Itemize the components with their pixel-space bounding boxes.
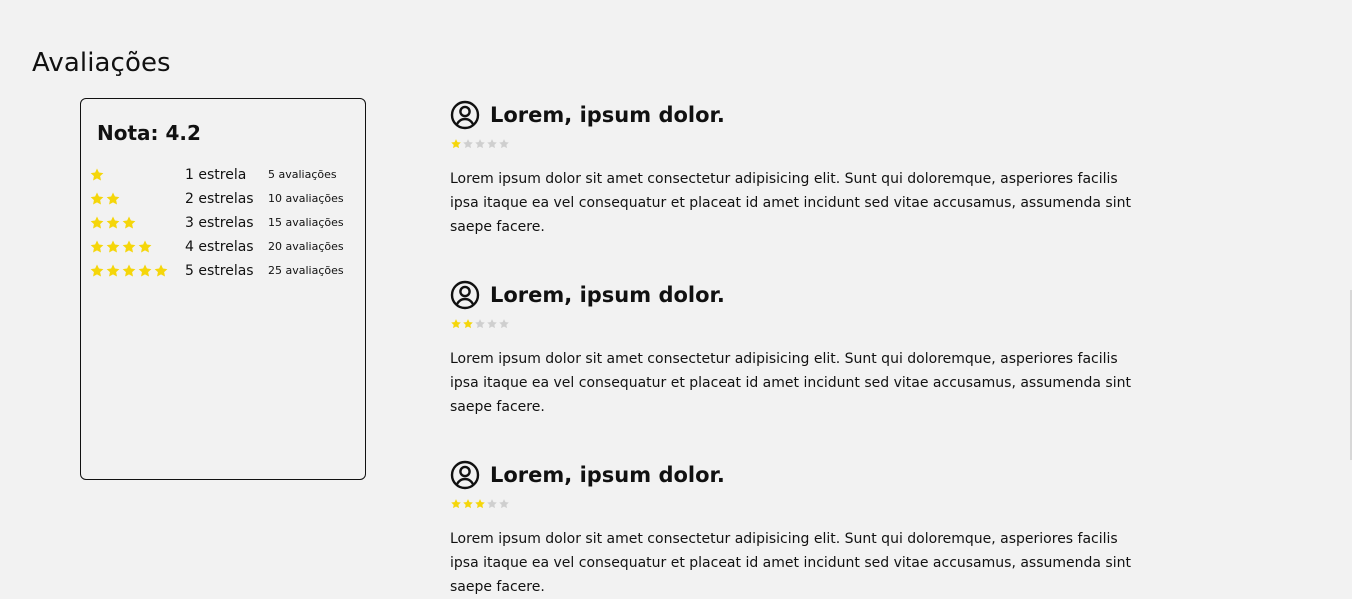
rating-count: 25 avaliações	[268, 264, 344, 277]
user-circle-icon	[450, 460, 480, 490]
star-filled-icon	[475, 499, 485, 509]
page-title: Avaliações	[32, 48, 171, 78]
star-filled-icon	[90, 240, 104, 253]
star-empty-icon	[475, 319, 485, 329]
rating-distribution-row-4: 4 estrelas 20 avaliações	[89, 237, 359, 257]
star-empty-icon	[475, 139, 485, 149]
star-filled-icon	[122, 240, 136, 253]
star-filled-icon	[90, 216, 104, 229]
rating-level-label: 3 estrelas	[185, 215, 254, 231]
rating-distribution-row-2: 2 estrelas 10 avaliações	[89, 189, 359, 209]
rating-count: 5 avaliações	[268, 168, 337, 181]
star-rating	[89, 213, 137, 233]
review-star-rating	[450, 498, 510, 510]
star-rating	[89, 165, 105, 185]
star-empty-icon	[487, 139, 497, 149]
star-filled-icon	[463, 319, 473, 329]
rating-distribution-row-5: 5 estrelas 25 avaliações	[89, 261, 359, 281]
star-filled-icon	[90, 264, 104, 277]
rating-count: 20 avaliações	[268, 240, 344, 253]
rating-summary-card: Nota: 4.2 1 estrela 5 avaliações 2 estre…	[80, 98, 366, 480]
star-filled-icon	[451, 319, 461, 329]
star-filled-icon	[106, 264, 120, 277]
rating-count: 10 avaliações	[268, 192, 344, 205]
star-filled-icon	[106, 192, 120, 205]
rating-level-label: 1 estrela	[185, 167, 247, 183]
star-filled-icon	[138, 264, 152, 277]
star-filled-icon	[90, 192, 104, 205]
user-circle-icon	[450, 100, 480, 130]
star-filled-icon	[138, 240, 152, 253]
star-empty-icon	[463, 139, 473, 149]
star-filled-icon	[122, 264, 136, 277]
star-filled-icon	[451, 499, 461, 509]
review-text: Lorem ipsum dolor sit amet consectetur a…	[450, 171, 1131, 235]
review-header: Lorem, ipsum dolor.	[450, 280, 1140, 310]
rating-level-label: 5 estrelas	[185, 263, 254, 279]
review-header: Lorem, ipsum dolor.	[450, 100, 1140, 130]
review-text: Lorem ipsum dolor sit amet consectetur a…	[450, 531, 1131, 595]
rating-count: 15 avaliações	[268, 216, 344, 229]
review-header: Lorem, ipsum dolor.	[450, 460, 1140, 490]
star-filled-icon	[451, 139, 461, 149]
star-filled-icon	[122, 216, 136, 229]
reviewer-name: Lorem, ipsum dolor.	[490, 103, 725, 127]
rating-level-label: 2 estrelas	[185, 191, 254, 207]
user-circle-icon	[450, 280, 480, 310]
star-filled-icon	[154, 264, 168, 277]
reviewer-name: Lorem, ipsum dolor.	[490, 463, 725, 487]
star-filled-icon	[106, 240, 120, 253]
rating-level-label: 4 estrelas	[185, 239, 254, 255]
review-star-rating	[450, 318, 510, 330]
star-filled-icon	[463, 499, 473, 509]
star-empty-icon	[499, 499, 509, 509]
review-text: Lorem ipsum dolor sit amet consectetur a…	[450, 351, 1131, 415]
star-empty-icon	[499, 319, 509, 329]
star-rating	[89, 261, 169, 281]
star-filled-icon	[90, 168, 104, 181]
star-empty-icon	[487, 499, 497, 509]
review-star-rating	[450, 138, 510, 150]
star-filled-icon	[106, 216, 120, 229]
star-rating	[89, 237, 153, 257]
rating-distribution-row-3: 3 estrelas 15 avaliações	[89, 213, 359, 233]
star-empty-icon	[499, 139, 509, 149]
star-empty-icon	[487, 319, 497, 329]
rating-distribution-row-1: 1 estrela 5 avaliações	[89, 165, 359, 185]
average-rating: Nota: 4.2	[97, 121, 201, 145]
star-rating	[89, 189, 121, 209]
reviewer-name: Lorem, ipsum dolor.	[490, 283, 725, 307]
